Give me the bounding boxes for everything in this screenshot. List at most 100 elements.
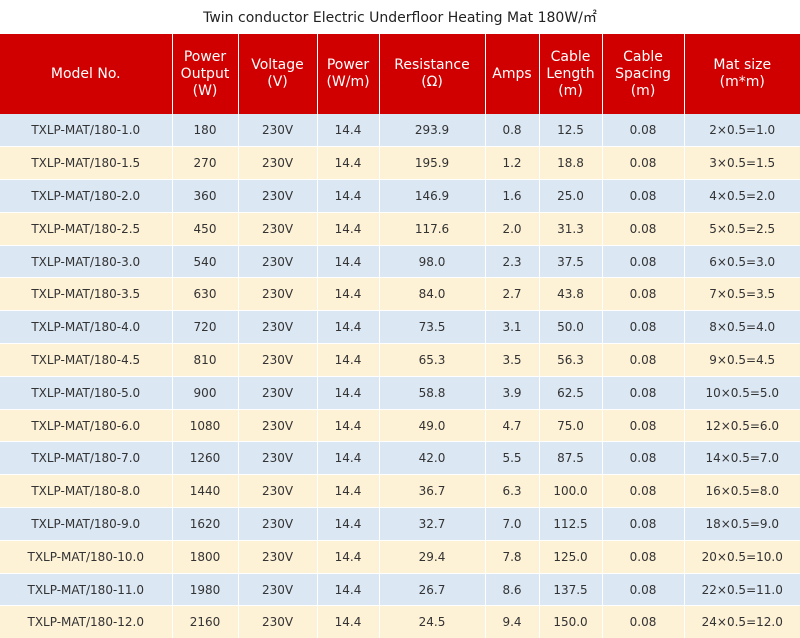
cell-cable-spacing: 0.08 (602, 343, 685, 377)
cell-amps: 9.4 (485, 605, 540, 638)
cell-power-output: 540 (172, 245, 239, 279)
cell-amps: 0.8 (485, 114, 540, 148)
cell-voltage: 230V (238, 441, 318, 476)
cell-voltage: 230V (238, 114, 318, 148)
table-body: TXLP-MAT/180-1.0 180 230V 14.4 293.9 0.8 12.5 0… (0, 114, 800, 638)
cell-model-no: TXLP-MAT/180-8.0 (0, 474, 173, 509)
cell-power-per-m: 14.4 (317, 343, 380, 377)
header-line: Length (546, 65, 595, 82)
header-amps: Amps (485, 34, 540, 114)
cell-mat-size: 6×0.5=3.0 (684, 245, 800, 279)
cell-amps: 2.3 (485, 245, 540, 279)
header-line: (W) (192, 82, 218, 99)
cell-cable-spacing: 0.08 (602, 573, 685, 607)
cell-power-per-m: 14.4 (317, 474, 380, 509)
cell-cable-spacing: 0.08 (602, 179, 685, 213)
cell-model-no: TXLP-MAT/180-2.5 (0, 212, 173, 246)
cell-model-no: TXLP-MAT/180-1.0 (0, 114, 173, 148)
cell-resistance: 42.0 (379, 441, 486, 476)
cell-model-no: TXLP-MAT/180-3.5 (0, 277, 173, 312)
cell-resistance: 36.7 (379, 474, 486, 509)
header-line: Power (183, 48, 227, 65)
cell-model-no: TXLP-MAT/180-11.0 (0, 573, 173, 607)
cell-mat-size: 4×0.5=2.0 (684, 179, 800, 213)
cell-cable-spacing: 0.08 (602, 605, 685, 638)
cell-resistance: 98.0 (379, 245, 486, 279)
cell-cable-length: 137.5 (539, 573, 603, 607)
cell-mat-size: 20×0.5=10.0 (684, 540, 800, 574)
cell-power-output: 630 (172, 277, 239, 312)
header-line: (Ω) (421, 74, 443, 90)
cell-cable-spacing: 0.08 (602, 540, 685, 574)
cell-voltage: 230V (238, 605, 318, 638)
table-header: Model No. Power Output (W) Voltage (V) Power (W… (0, 34, 800, 114)
table-row: TXLP-MAT/180-10.0 1800 230V 14.4 29.4 7.8 125.… (0, 540, 800, 574)
cell-voltage: 230V (238, 146, 318, 181)
cell-cable-length: 100.0 (539, 474, 603, 509)
cell-model-no: TXLP-MAT/180-12.0 (0, 605, 173, 638)
cell-cable-spacing: 0.08 (602, 409, 685, 443)
cell-cable-spacing: 0.08 (602, 146, 685, 181)
cell-voltage: 230V (238, 573, 318, 607)
table-row: TXLP-MAT/180-4.5 810 230V 14.4 65.3 3.5 56.3 0.… (0, 343, 800, 377)
cell-cable-spacing: 0.08 (602, 441, 685, 476)
cell-model-no: TXLP-MAT/180-2.0 (0, 179, 173, 213)
cell-resistance: 58.8 (379, 376, 486, 410)
header-line: (m) (558, 82, 583, 99)
cell-cable-length: 112.5 (539, 507, 603, 541)
header-line: Voltage (251, 57, 304, 73)
cell-amps: 3.5 (485, 343, 540, 377)
cell-amps: 3.9 (485, 376, 540, 410)
table-row: TXLP-MAT/180-1.5 270 230V 14.4 195.9 1.2 18.8 0… (0, 146, 800, 181)
cell-amps: 7.0 (485, 507, 540, 541)
cell-mat-size: 9×0.5=4.5 (684, 343, 800, 377)
cell-mat-size: 12×0.5=6.0 (684, 409, 800, 443)
cell-cable-length: 125.0 (539, 540, 603, 574)
cell-power-output: 900 (172, 376, 239, 410)
cell-voltage: 230V (238, 343, 318, 377)
cell-model-no: TXLP-MAT/180-1.5 (0, 146, 173, 181)
table-row: TXLP-MAT/180-12.0 2160 230V 14.4 24.5 9.4 150.… (0, 605, 800, 638)
cell-cable-spacing: 0.08 (602, 474, 685, 509)
cell-power-per-m: 14.4 (317, 507, 380, 541)
cell-voltage: 230V (238, 376, 318, 410)
cell-cable-spacing: 0.08 (602, 114, 685, 148)
table-row: TXLP-MAT/180-2.0 360 230V 14.4 146.9 1.6 25.0 0… (0, 179, 800, 213)
header-power-output: Power Output (W) (172, 34, 239, 114)
table-row: TXLP-MAT/180-11.0 1980 230V 14.4 26.7 8.6 137.… (0, 573, 800, 607)
table-row: TXLP-MAT/180-9.0 1620 230V 14.4 32.7 7.0 112.5… (0, 507, 800, 541)
cell-resistance: 84.0 (379, 277, 486, 312)
cell-cable-length: 62.5 (539, 376, 603, 410)
cell-resistance: 32.7 (379, 507, 486, 541)
header-line: (V) (267, 74, 288, 90)
cell-amps: 3.1 (485, 310, 540, 345)
cell-cable-spacing: 0.08 (602, 507, 685, 541)
cell-power-per-m: 14.4 (317, 212, 380, 246)
cell-mat-size: 5×0.5=2.5 (684, 212, 800, 246)
cell-mat-size: 16×0.5=8.0 (684, 474, 800, 509)
cell-cable-spacing: 0.08 (602, 376, 685, 410)
header-cable-spacing: Cable Spacing (m) (602, 34, 685, 114)
header-line: Power (326, 57, 370, 73)
cell-power-per-m: 14.4 (317, 409, 380, 443)
cell-amps: 1.6 (485, 179, 540, 213)
cell-model-no: TXLP-MAT/180-3.0 (0, 245, 173, 279)
cell-voltage: 230V (238, 507, 318, 541)
cell-power-per-m: 14.4 (317, 605, 380, 638)
cell-power-output: 270 (172, 146, 239, 181)
cell-resistance: 146.9 (379, 179, 486, 213)
cell-model-no: TXLP-MAT/180-5.0 (0, 376, 173, 410)
cell-voltage: 230V (238, 277, 318, 312)
cell-cable-spacing: 0.08 (602, 277, 685, 312)
cell-cable-spacing: 0.08 (602, 245, 685, 279)
table-row: TXLP-MAT/180-8.0 1440 230V 14.4 36.7 6.3 100.0… (0, 474, 800, 509)
cell-power-output: 180 (172, 114, 239, 148)
cell-resistance: 49.0 (379, 409, 486, 443)
cell-cable-length: 75.0 (539, 409, 603, 443)
cell-model-no: TXLP-MAT/180-9.0 (0, 507, 173, 541)
cell-power-output: 1440 (172, 474, 239, 509)
header-line: Amps (492, 65, 532, 82)
cell-resistance: 65.3 (379, 343, 486, 377)
header-row: Model No. Power Output (W) Voltage (V) Power (W… (0, 34, 800, 114)
cell-cable-length: 56.3 (539, 343, 603, 377)
